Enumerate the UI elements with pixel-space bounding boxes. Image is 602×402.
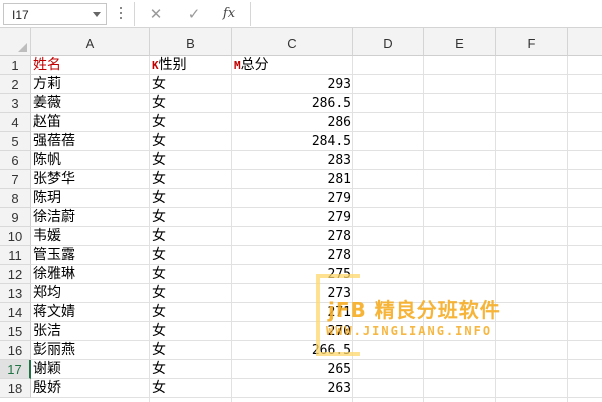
name-box-value: I17 bbox=[12, 8, 29, 22]
cell-a9[interactable]: 徐洁蔚 bbox=[31, 208, 150, 227]
cell-c17[interactable]: 265 bbox=[232, 360, 353, 379]
cell-c18[interactable]: 263 bbox=[232, 379, 353, 398]
header-gender: 性别 bbox=[158, 57, 187, 73]
cell-c8[interactable]: 279 bbox=[232, 189, 353, 208]
cell-a7[interactable]: 张梦华 bbox=[31, 170, 150, 189]
watermark-url: WWW.JINGLIANG.INFO bbox=[326, 324, 493, 338]
row-header-2[interactable]: 2 bbox=[0, 75, 31, 94]
formula-bar: I17 ✕ ✓ fx bbox=[0, 0, 602, 28]
cell-c4[interactable]: 286 bbox=[232, 113, 353, 132]
row-header-13[interactable]: 13 bbox=[0, 284, 31, 303]
cell-b2[interactable]: 女 bbox=[150, 75, 232, 94]
cell-a2[interactable]: 方莉 bbox=[31, 75, 150, 94]
row-header-17[interactable]: 17 bbox=[0, 360, 31, 379]
cell-b18[interactable]: 女 bbox=[150, 379, 232, 398]
cell-a10[interactable]: 韦媛 bbox=[31, 227, 150, 246]
cell-a3[interactable]: 姜薇 bbox=[31, 94, 150, 113]
cell-b7[interactable]: 女 bbox=[150, 170, 232, 189]
cell-b1[interactable]: K性别 bbox=[150, 56, 232, 75]
name-box[interactable]: I17 bbox=[3, 3, 107, 25]
cell-c9[interactable]: 279 bbox=[232, 208, 353, 227]
row-header-5[interactable]: 5 bbox=[0, 132, 31, 151]
row-header-8[interactable]: 8 bbox=[0, 189, 31, 208]
cell-a8[interactable]: 陈玥 bbox=[31, 189, 150, 208]
cell-c11[interactable]: 278 bbox=[232, 246, 353, 265]
cancel-icon[interactable]: ✕ bbox=[143, 3, 169, 25]
cell-b6[interactable]: 女 bbox=[150, 151, 232, 170]
column-header-c[interactable]: C bbox=[232, 28, 353, 56]
gridline bbox=[567, 56, 568, 402]
cell-b8[interactable]: 女 bbox=[150, 189, 232, 208]
cell-c2[interactable]: 293 bbox=[232, 75, 353, 94]
cell-b9[interactable]: 女 bbox=[150, 208, 232, 227]
row-header-14[interactable]: 14 bbox=[0, 303, 31, 322]
column-header-a[interactable]: A bbox=[31, 28, 150, 56]
cell-a13[interactable]: 郑均 bbox=[31, 284, 150, 303]
cell-a5[interactable]: 强蓓蓓 bbox=[31, 132, 150, 151]
row-header-9[interactable]: 9 bbox=[0, 208, 31, 227]
more-options-icon[interactable] bbox=[119, 6, 123, 22]
cell-b13[interactable]: 女 bbox=[150, 284, 232, 303]
cell-c5[interactable]: 284.5 bbox=[232, 132, 353, 151]
select-all-button[interactable] bbox=[0, 28, 31, 56]
enter-icon[interactable]: ✓ bbox=[181, 3, 207, 25]
watermark: jFB 精良分班软件 WWW.JINGLIANG.INFO bbox=[316, 274, 566, 356]
column-header-overflow bbox=[568, 28, 602, 56]
select-all-icon bbox=[18, 43, 27, 52]
cell-a14[interactable]: 蒋文婧 bbox=[31, 303, 150, 322]
cell-a15[interactable]: 张洁 bbox=[31, 322, 150, 341]
watermark-title: jFB 精良分班软件 bbox=[328, 298, 501, 322]
header-score: 总分 bbox=[240, 57, 269, 73]
marker-k: K bbox=[152, 59, 159, 72]
formula-input[interactable] bbox=[251, 1, 601, 27]
row-header-3[interactable]: 3 bbox=[0, 94, 31, 113]
marker-m: M bbox=[234, 59, 241, 72]
cell-b5[interactable]: 女 bbox=[150, 132, 232, 151]
cell-c10[interactable]: 278 bbox=[232, 227, 353, 246]
row-header-11[interactable]: 11 bbox=[0, 246, 31, 265]
cell-a18[interactable]: 殷娇 bbox=[31, 379, 150, 398]
cell-a6[interactable]: 陈帆 bbox=[31, 151, 150, 170]
row-header-15[interactable]: 15 bbox=[0, 322, 31, 341]
cell-b15[interactable]: 女 bbox=[150, 322, 232, 341]
insert-function-button[interactable]: fx bbox=[216, 3, 242, 25]
cell-b12[interactable]: 女 bbox=[150, 265, 232, 284]
cell-a11[interactable]: 管玉露 bbox=[31, 246, 150, 265]
column-header-b[interactable]: B bbox=[150, 28, 232, 56]
row-header-4[interactable]: 4 bbox=[0, 113, 31, 132]
cell-a17[interactable]: 谢颖 bbox=[31, 360, 150, 379]
column-header-d[interactable]: D bbox=[353, 28, 424, 56]
row-header-7[interactable]: 7 bbox=[0, 170, 31, 189]
cell-b11[interactable]: 女 bbox=[150, 246, 232, 265]
row-header-1[interactable]: 1 bbox=[0, 56, 31, 75]
cell-c1[interactable]: M总分 bbox=[232, 56, 353, 75]
cell-b4[interactable]: 女 bbox=[150, 113, 232, 132]
cell-c6[interactable]: 283 bbox=[232, 151, 353, 170]
cell-a16[interactable]: 彭丽燕 bbox=[31, 341, 150, 360]
cell-b3[interactable]: 女 bbox=[150, 94, 232, 113]
cell-a12[interactable]: 徐雅琳 bbox=[31, 265, 150, 284]
cell-b17[interactable]: 女 bbox=[150, 360, 232, 379]
cell-b16[interactable]: 女 bbox=[150, 341, 232, 360]
chevron-down-icon[interactable] bbox=[93, 12, 101, 17]
row-header-6[interactable]: 6 bbox=[0, 151, 31, 170]
row-header-16[interactable]: 16 bbox=[0, 341, 31, 360]
cell-c7[interactable]: 281 bbox=[232, 170, 353, 189]
cell-c3[interactable]: 286.5 bbox=[232, 94, 353, 113]
cell-b14[interactable]: 女 bbox=[150, 303, 232, 322]
cell-b10[interactable]: 女 bbox=[150, 227, 232, 246]
row-header-12[interactable]: 12 bbox=[0, 265, 31, 284]
column-header-f[interactable]: F bbox=[496, 28, 568, 56]
cell-a4[interactable]: 赵笛 bbox=[31, 113, 150, 132]
row-header-10[interactable]: 10 bbox=[0, 227, 31, 246]
row-header-18[interactable]: 18 bbox=[0, 379, 31, 398]
divider bbox=[134, 2, 135, 26]
column-header-e[interactable]: E bbox=[424, 28, 496, 56]
cell-a1[interactable]: 姓名 bbox=[31, 56, 150, 75]
